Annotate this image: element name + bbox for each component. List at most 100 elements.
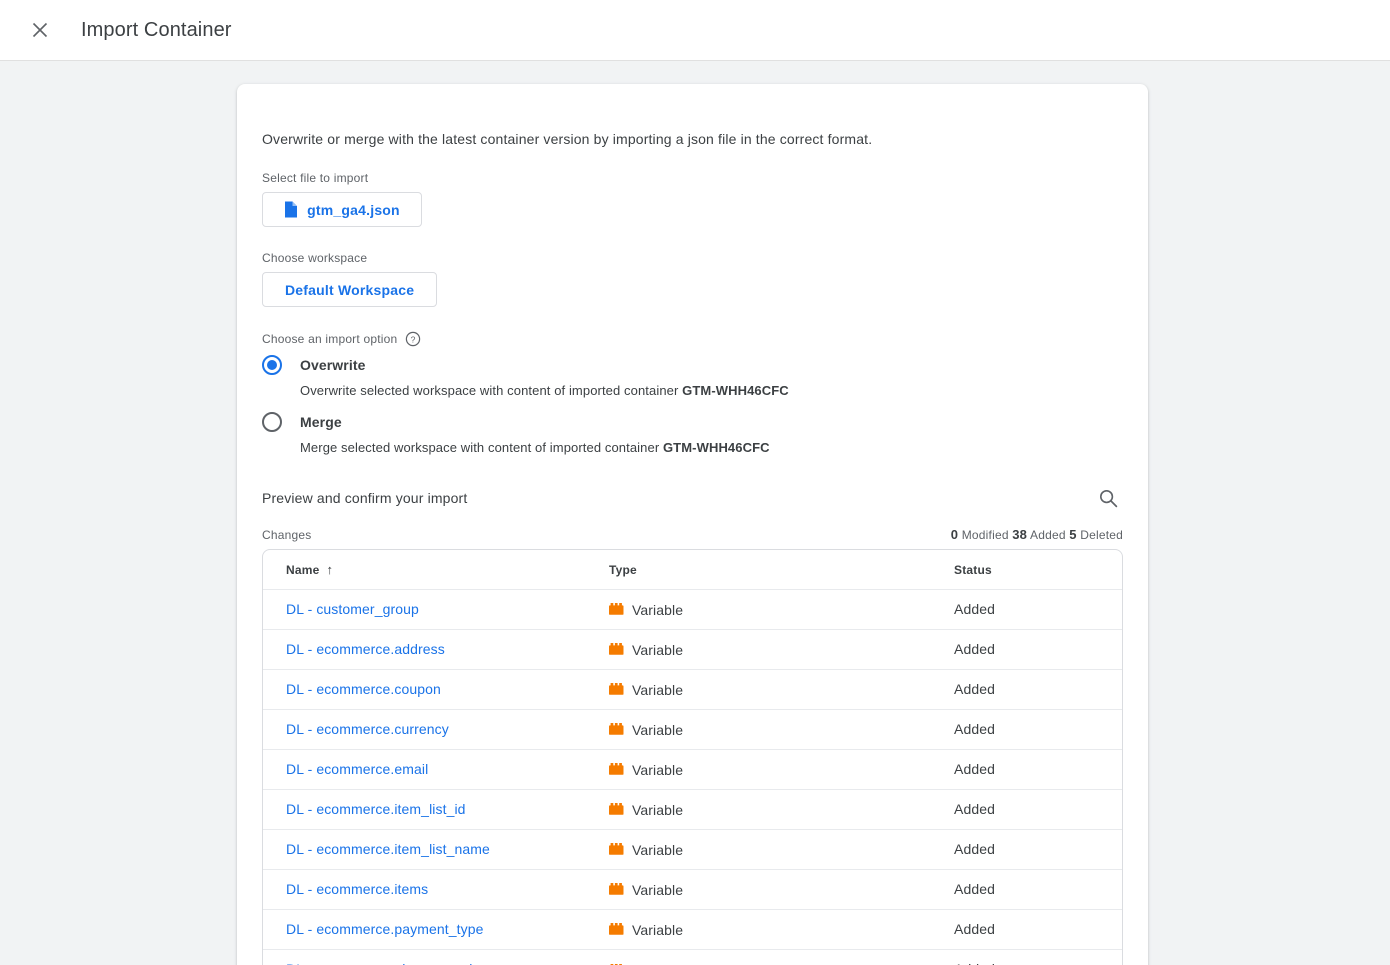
table-row[interactable]: DL - customer_group Variable Added — [263, 590, 1122, 630]
arrow-up-icon: ↑ — [326, 563, 333, 576]
row-name-link[interactable]: DL - ecommerce.item_list_id — [286, 801, 466, 817]
radio-merge-label: Merge — [300, 414, 342, 430]
row-status: Added — [954, 801, 995, 817]
row-name-link[interactable]: DL - ecommerce.currency — [286, 721, 449, 737]
changes-counts: 0 Modified 38 Added 5 Deleted — [951, 527, 1123, 542]
row-type: Variable — [632, 682, 683, 698]
row-type: Variable — [632, 922, 683, 938]
intro-text: Overwrite or merge with the latest conta… — [262, 84, 1123, 147]
row-name-link[interactable]: DL - ecommerce.items — [286, 881, 428, 897]
merge-container-id: GTM-WHH46CFC — [663, 440, 770, 455]
selected-file-chip[interactable]: gtm_ga4.json — [262, 192, 422, 227]
variable-brick-icon — [609, 923, 624, 936]
changes-label: Changes — [262, 528, 311, 542]
merge-desc-text: Merge selected workspace with content of… — [300, 440, 663, 455]
column-header-status[interactable]: Status — [954, 563, 1122, 577]
table-row[interactable]: DL - ecommerce.address Variable Added — [263, 630, 1122, 670]
help-circle-icon[interactable]: ? — [405, 331, 421, 347]
row-status: Added — [954, 641, 995, 657]
table-row[interactable]: DL - ecommerce.coupon Variable Added — [263, 670, 1122, 710]
column-header-type-label: Type — [609, 563, 637, 577]
row-type: Variable — [632, 602, 683, 618]
radio-overwrite-description: Overwrite selected workspace with conten… — [300, 383, 1123, 398]
variable-brick-icon — [609, 603, 624, 616]
close-button[interactable] — [20, 10, 60, 50]
overwrite-desc-text: Overwrite selected workspace with conten… — [300, 383, 682, 398]
radio-merge-indicator[interactable] — [262, 412, 282, 432]
row-type: Variable — [632, 722, 683, 738]
search-button[interactable] — [1089, 479, 1127, 517]
column-header-status-label: Status — [954, 563, 992, 577]
app-header: Import Container — [0, 0, 1390, 61]
table-row[interactable]: DL - ecommerce.item_list_id Variable Added — [263, 790, 1122, 830]
selected-file-name: gtm_ga4.json — [307, 202, 400, 218]
preview-header: Preview and confirm your import — [262, 479, 1123, 517]
row-type: Variable — [632, 882, 683, 898]
table-header-row: Name ↑ Type Status — [263, 550, 1122, 590]
variable-brick-icon — [609, 843, 624, 856]
changes-summary: Changes 0 Modified 38 Added 5 Deleted — [262, 527, 1123, 542]
row-status: Added — [954, 601, 995, 617]
radio-merge-description: Merge selected workspace with content of… — [300, 440, 1123, 455]
row-status: Added — [954, 761, 995, 777]
workspace-chip[interactable]: Default Workspace — [262, 272, 437, 307]
added-count: 38 — [1012, 527, 1027, 542]
table-row[interactable]: DL - ecommerce.items Variable Added — [263, 870, 1122, 910]
radio-overwrite-label: Overwrite — [300, 357, 366, 373]
variable-brick-icon — [609, 763, 624, 776]
row-type: Variable — [632, 642, 683, 658]
import-option-header: Choose an import option ? — [262, 331, 1123, 347]
row-type: Variable — [632, 762, 683, 778]
select-file-label: Select file to import — [262, 171, 1123, 185]
table-row[interactable]: DL - ecommerce.email Variable Added — [263, 750, 1122, 790]
radio-overwrite-indicator[interactable] — [262, 355, 282, 375]
row-name-link[interactable]: DL - ecommerce.address — [286, 641, 445, 657]
column-header-type[interactable]: Type — [609, 563, 954, 577]
variable-brick-icon — [609, 803, 624, 816]
modified-label: Modified — [962, 528, 1009, 542]
row-status: Added — [954, 881, 995, 897]
modified-count: 0 — [951, 527, 958, 542]
row-status: Added — [954, 721, 995, 737]
preview-title: Preview and confirm your import — [262, 490, 467, 506]
table-body: DL - customer_groupVariableAddedDL - eco… — [263, 590, 1122, 965]
row-name-link[interactable]: DL - ecommerce.item_list_name — [286, 841, 490, 857]
row-status: Added — [954, 961, 995, 965]
column-header-name[interactable]: Name ↑ — [286, 563, 609, 577]
variable-brick-icon — [609, 683, 624, 696]
import-option-label: Choose an import option — [262, 332, 397, 346]
import-container-card: Overwrite or merge with the latest conta… — [237, 84, 1148, 965]
changes-table: Name ↑ Type Status DL - customer_group Va… — [262, 549, 1123, 965]
svg-text:?: ? — [411, 334, 416, 344]
row-name-link[interactable]: DL - ecommerce.phone_number — [286, 961, 490, 965]
row-status: Added — [954, 921, 995, 937]
row-name-link[interactable]: DL - ecommerce.email — [286, 761, 428, 777]
table-row[interactable]: DL - ecommerce.currency Variable Added — [263, 710, 1122, 750]
column-header-name-label: Name — [286, 563, 319, 577]
table-row[interactable]: DL - ecommerce.phone_numberVariableAdded — [263, 950, 1122, 965]
row-name-link[interactable]: DL - ecommerce.payment_type — [286, 921, 483, 937]
document-icon — [284, 201, 298, 218]
row-status: Added — [954, 841, 995, 857]
variable-brick-icon — [609, 643, 624, 656]
table-row[interactable]: DL - ecommerce.item_list_name Variable Add… — [263, 830, 1122, 870]
close-icon — [30, 20, 50, 40]
row-name-link[interactable]: DL - customer_group — [286, 601, 419, 617]
added-label: Added — [1030, 528, 1066, 542]
deleted-label: Deleted — [1080, 528, 1123, 542]
table-row[interactable]: DL - ecommerce.payment_type Variable Added — [263, 910, 1122, 950]
variable-brick-icon — [609, 723, 624, 736]
search-icon — [1098, 488, 1119, 509]
deleted-count: 5 — [1069, 527, 1076, 542]
choose-workspace-label: Choose workspace — [262, 251, 1123, 265]
page-title: Import Container — [81, 19, 232, 42]
page-scroll-area[interactable]: Overwrite or merge with the latest conta… — [0, 61, 1390, 965]
radio-option-merge[interactable]: Merge — [262, 412, 1123, 432]
row-type: Variable — [632, 802, 683, 818]
overwrite-container-id: GTM-WHH46CFC — [682, 383, 789, 398]
radio-option-overwrite[interactable]: Overwrite — [262, 355, 1123, 375]
variable-brick-icon — [609, 883, 624, 896]
row-status: Added — [954, 681, 995, 697]
row-type: Variable — [632, 842, 683, 858]
row-name-link[interactable]: DL - ecommerce.coupon — [286, 681, 441, 697]
